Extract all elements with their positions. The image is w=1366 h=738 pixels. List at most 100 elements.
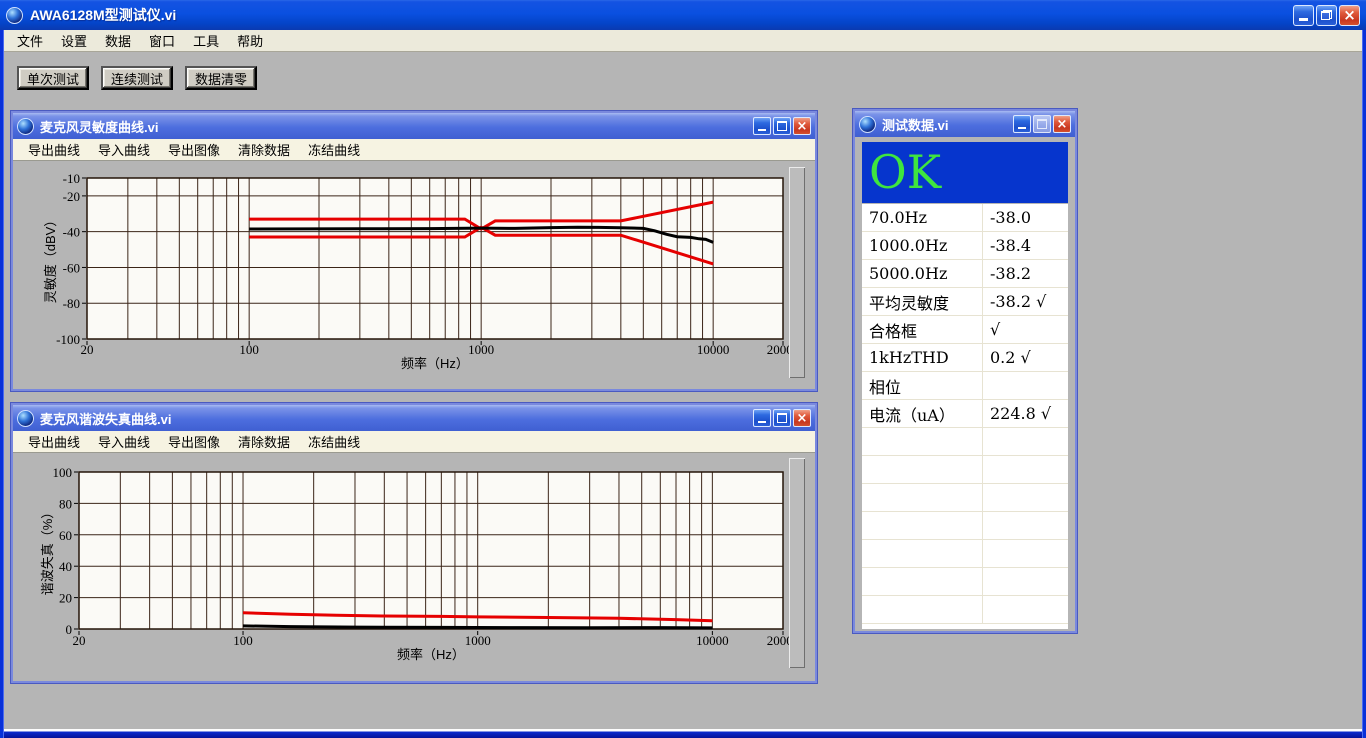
row-label: 合格框 — [862, 316, 983, 343]
menu-import-curve[interactable]: 导入曲线 — [89, 140, 159, 159]
close-button[interactable]: × — [1339, 5, 1360, 26]
table-row[interactable] — [862, 428, 1068, 456]
table-row[interactable] — [862, 596, 1068, 624]
row-label — [862, 540, 983, 567]
maximize-icon — [1037, 119, 1047, 129]
menu-data[interactable]: 数据 — [96, 31, 140, 50]
table-row[interactable] — [862, 568, 1068, 596]
row-value — [983, 456, 1068, 483]
sensitivity-chart: 2010010001000020000-10-20-40-60-80-100频率… — [13, 161, 815, 389]
menu-window[interactable]: 窗口 — [140, 31, 184, 50]
row-value: -38.0 — [983, 204, 1068, 231]
menu-clear-data[interactable]: 清除数据 — [229, 140, 299, 159]
row-value — [983, 428, 1068, 455]
minimize-icon — [1018, 127, 1026, 129]
minimize-icon — [758, 421, 766, 423]
row-label: 1kHzTHD — [862, 344, 983, 371]
vi-icon — [859, 116, 876, 133]
menu-clear-data[interactable]: 清除数据 — [229, 432, 299, 451]
distortion-curve-window: 麦克风谐波失真曲线.vi × 导出曲线 导入曲线 导出图像 清除数据 冻结曲线 … — [10, 402, 818, 684]
row-value: √ — [983, 316, 1068, 343]
app-icon — [6, 7, 23, 24]
table-row[interactable]: 合格框√ — [862, 316, 1068, 344]
menu-export-image[interactable]: 导出图像 — [159, 140, 229, 159]
row-value — [983, 512, 1068, 539]
y-tick-label: 100 — [53, 465, 73, 480]
y-tick-label: -80 — [63, 296, 80, 311]
y-axis-title: 谐波失真（%） — [40, 506, 55, 596]
table-row[interactable] — [862, 484, 1068, 512]
row-label — [862, 596, 983, 623]
x-axis-title: 频率（Hz） — [401, 356, 469, 371]
close-button[interactable]: × — [793, 117, 811, 135]
x-tick-label: 100 — [233, 633, 253, 648]
menu-freeze-curve[interactable]: 冻结曲线 — [299, 140, 369, 159]
menu-export-curve[interactable]: 导出曲线 — [19, 140, 89, 159]
window-border-bottom — [4, 729, 1362, 738]
distortion-window-title: 麦克风谐波失真曲线.vi — [40, 409, 753, 428]
minimize-button[interactable] — [753, 409, 771, 427]
table-row[interactable]: 1000.0Hz-38.4 — [862, 232, 1068, 260]
menu-tools[interactable]: 工具 — [184, 31, 228, 50]
data-clear-button[interactable]: 数据清零 — [185, 66, 257, 90]
row-label: 平均灵敏度 — [862, 288, 983, 315]
menu-settings[interactable]: 设置 — [52, 31, 96, 50]
table-row[interactable]: 70.0Hz-38.0 — [862, 204, 1068, 232]
y-tick-label: -40 — [63, 225, 80, 240]
row-value — [983, 540, 1068, 567]
restore-button[interactable] — [1316, 5, 1337, 26]
close-button[interactable]: × — [793, 409, 811, 427]
testdata-window-titlebar[interactable]: 测试数据.vi × — [855, 111, 1075, 137]
y-tick-label: 0 — [66, 622, 73, 637]
close-icon: × — [1343, 8, 1356, 23]
menu-export-curve[interactable]: 导出曲线 — [19, 432, 89, 451]
table-row[interactable]: 5000.0Hz-38.2 — [862, 260, 1068, 288]
menu-import-curve[interactable]: 导入曲线 — [89, 432, 159, 451]
minimize-icon — [758, 129, 766, 131]
close-icon: × — [797, 120, 808, 133]
minimize-button[interactable] — [1293, 5, 1314, 26]
x-tick-label: 100 — [239, 342, 259, 357]
table-row[interactable] — [862, 512, 1068, 540]
row-label — [862, 568, 983, 595]
table-row[interactable]: 平均灵敏度-38.2 √ — [862, 288, 1068, 316]
maximize-icon — [777, 121, 787, 131]
table-row[interactable] — [862, 456, 1068, 484]
x-tick-label: 10000 — [696, 633, 729, 648]
sensitivity-curve-window: 麦克风灵敏度曲线.vi × 导出曲线 导入曲线 导出图像 清除数据 冻结曲线 2… — [10, 110, 818, 392]
continuous-test-button[interactable]: 连续测试 — [101, 66, 173, 90]
main-titlebar[interactable]: AWA6128M型测试仪.vi × — [0, 0, 1366, 30]
maximize-button[interactable] — [773, 117, 791, 135]
menu-help[interactable]: 帮助 — [228, 31, 272, 50]
row-label: 5000.0Hz — [862, 260, 983, 287]
x-tick-label: 10000 — [697, 342, 730, 357]
row-value — [983, 372, 1068, 399]
testdata-table: 70.0Hz-38.01000.0Hz-38.45000.0Hz-38.2平均灵… — [862, 204, 1068, 629]
close-button[interactable]: × — [1053, 115, 1071, 133]
table-row[interactable] — [862, 540, 1068, 568]
row-value: 0.2 √ — [983, 344, 1068, 371]
menu-export-image[interactable]: 导出图像 — [159, 432, 229, 451]
table-row[interactable]: 相位 — [862, 372, 1068, 400]
minimize-button[interactable] — [1013, 115, 1031, 133]
table-row[interactable]: 1kHzTHD0.2 √ — [862, 344, 1068, 372]
row-value — [983, 484, 1068, 511]
sensitivity-window-titlebar[interactable]: 麦克风灵敏度曲线.vi × — [13, 113, 815, 139]
row-value: -38.2 — [983, 260, 1068, 287]
single-test-button[interactable]: 单次测试 — [17, 66, 89, 90]
series-thd — [243, 626, 712, 628]
row-label: 70.0Hz — [862, 204, 983, 231]
x-tick-label: 20 — [73, 633, 86, 648]
maximize-icon — [777, 413, 787, 423]
x-tick-label: 1000 — [465, 633, 491, 648]
table-row[interactable]: 电流（uA）224.8 √ — [862, 400, 1068, 428]
menu-freeze-curve[interactable]: 冻结曲线 — [299, 432, 369, 451]
maximize-button[interactable] — [773, 409, 791, 427]
chart-right-rail — [789, 458, 805, 668]
menu-file[interactable]: 文件 — [8, 31, 52, 50]
minimize-button[interactable] — [753, 117, 771, 135]
main-menubar: 文件 设置 数据 窗口 工具 帮助 — [4, 30, 1362, 52]
chart-right-rail — [789, 167, 805, 378]
distortion-window-titlebar[interactable]: 麦克风谐波失真曲线.vi × — [13, 405, 815, 431]
row-value — [983, 568, 1068, 595]
